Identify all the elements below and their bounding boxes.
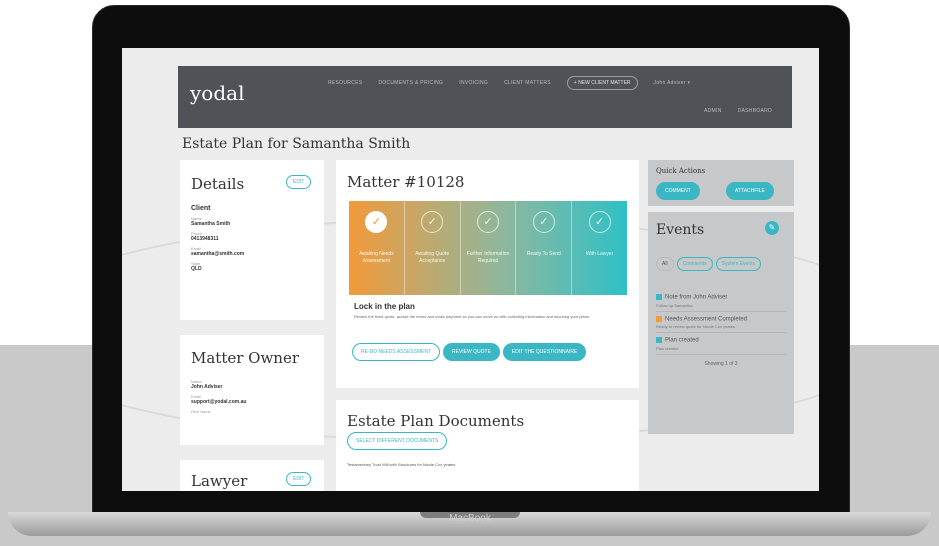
nav-client-matters[interactable]: CLIENT MATTERS — [504, 80, 551, 86]
documents-title: Estate Plan Documents — [347, 412, 525, 430]
document-item[interactable]: Testamentary Trust Will with Structures … — [347, 462, 455, 467]
event-title: Note from John Adviser — [665, 294, 728, 301]
event-title: Plan created — [665, 337, 699, 344]
documents-card: Estate Plan Documents SELECT DIFFERENT D… — [336, 400, 639, 491]
check-icon: ✓ — [365, 211, 388, 233]
nav-dashboard[interactable]: DASHBOARD — [738, 108, 772, 114]
matter-card: Matter #10128 ✓ Awaiting Needs Assessmen… — [336, 160, 639, 388]
attach-file-button[interactable]: ATTACHFILE — [726, 182, 774, 200]
redo-needs-assessment-button[interactable]: RE-DO NEEDS ASSESSMENT — [352, 343, 441, 361]
event-item[interactable]: Needs Assessment Completed Ready to revi… — [656, 315, 786, 334]
filter-all[interactable]: All — [656, 257, 674, 271]
app-screen: yodal RESOURCES DOCUMENTS & PRICING INVO… — [122, 48, 819, 491]
lawyer-title: Lawyer — [191, 472, 248, 490]
step-awaiting-quote-acceptance[interactable]: ✓ Awaiting Quote Acceptance — [405, 201, 461, 295]
step-label: Ready To Send — [526, 251, 561, 257]
event-item[interactable]: Note from John Adviser Follow up Samanth… — [656, 294, 786, 312]
details-edit-button[interactable]: EDIT — [286, 175, 312, 189]
matter-progress: ✓ Awaiting Needs Assessment ✓ Awaiting Q… — [349, 201, 627, 295]
nav-admin[interactable]: ADMIN — [704, 108, 722, 114]
lock-plan-title: Lock in the plan — [354, 302, 415, 311]
check-icon: ✓ — [532, 211, 555, 233]
events-pagination: Showing 1 of 3 — [704, 360, 738, 367]
review-quote-button[interactable]: REVIEW QUOTE — [443, 343, 500, 361]
events-panel: Events ✎ All Comments System Events Note f… — [648, 212, 794, 434]
events-title: Events — [656, 222, 705, 238]
client-name-value: Samantha Smith — [191, 221, 231, 227]
check-icon: ✓ — [476, 211, 499, 233]
client-section-title: Client — [191, 205, 211, 212]
user-menu[interactable]: John Adviser ▾ — [654, 80, 691, 86]
client-email-value: samantha@smith.com — [191, 251, 245, 257]
system-event-icon — [656, 337, 662, 344]
owner-firm-label: Firm Name — [191, 409, 211, 414]
comment-button[interactable]: COMMENT — [656, 182, 700, 200]
event-sub: Plan created — [656, 345, 679, 351]
quick-actions-panel: Quick Actions COMMENT ATTACHFILE — [648, 160, 794, 206]
client-state-value: QLD — [191, 266, 202, 272]
filter-system-events[interactable]: System Events — [715, 257, 762, 271]
top-nav: yodal RESOURCES DOCUMENTS & PRICING INVO… — [178, 66, 792, 128]
nav-resources[interactable]: RESOURCES — [328, 80, 362, 86]
client-phone-value: 0413948311 — [191, 236, 219, 242]
step-awaiting-needs-assessment[interactable]: ✓ Awaiting Needs Assessment — [349, 201, 405, 295]
system-event-icon — [656, 315, 662, 322]
nav-invoicing[interactable]: INVOICING — [459, 80, 488, 86]
lawyer-card: Lawyer EDIT — [180, 460, 324, 491]
event-sub: Ready to review quote for Nicole Cox yea… — [656, 324, 735, 330]
matter-owner-card: Matter Owner Name John Adviser Email sup… — [180, 335, 324, 445]
comment-icon — [656, 294, 662, 300]
details-card: Details EDIT Client Name Samantha Smith … — [180, 160, 324, 320]
nav-documents-pricing[interactable]: DOCUMENTS & PRICING — [378, 80, 443, 86]
lawyer-edit-button[interactable]: EDIT — [286, 472, 312, 486]
step-label: With Lawyer — [585, 251, 614, 257]
event-title: Needs Assessment Completed — [665, 316, 748, 323]
details-title: Details — [191, 175, 245, 193]
owner-name-value: John Adviser — [191, 384, 223, 390]
step-further-information-required[interactable]: ✓ Further Information Required — [461, 201, 517, 295]
new-client-matter-button[interactable]: + NEW CLIENT MATTER — [566, 76, 638, 90]
matter-owner-title: Matter Owner — [191, 349, 300, 367]
quick-actions-title: Quick Actions — [656, 167, 706, 175]
laptop-brand: MacBook — [449, 513, 491, 524]
matter-title: Matter #10128 — [347, 173, 465, 191]
edit-questionnaire-button[interactable]: EDIT THE QUESTIONNAIRE — [502, 343, 587, 361]
step-with-lawyer[interactable]: ✓ With Lawyer — [572, 201, 627, 295]
check-icon: ✓ — [421, 211, 444, 233]
select-documents-button[interactable]: SELECT DIFFERENT DOCUMENTS — [347, 432, 448, 450]
add-event-icon[interactable]: ✎ — [765, 221, 779, 235]
page-title: Estate Plan for Samantha Smith — [182, 136, 411, 152]
step-label: Awaiting Quote Acceptance — [415, 251, 450, 264]
step-label: Further Information Required — [466, 251, 510, 264]
event-item[interactable]: Plan created Plan created — [656, 337, 786, 355]
owner-email-value: support@yodal.com.au — [191, 399, 247, 405]
step-ready-to-send[interactable]: ✓ Ready To Send — [516, 201, 573, 295]
check-icon: ✓ — [588, 211, 611, 233]
filter-comments[interactable]: Comments — [676, 257, 713, 271]
step-label: Awaiting Needs Assessment — [359, 251, 394, 264]
lock-plan-text: Review the fixed quote, accept the terms… — [354, 314, 590, 319]
logo[interactable]: yodal — [190, 81, 244, 105]
event-sub: Follow up Samantha — [656, 302, 693, 308]
